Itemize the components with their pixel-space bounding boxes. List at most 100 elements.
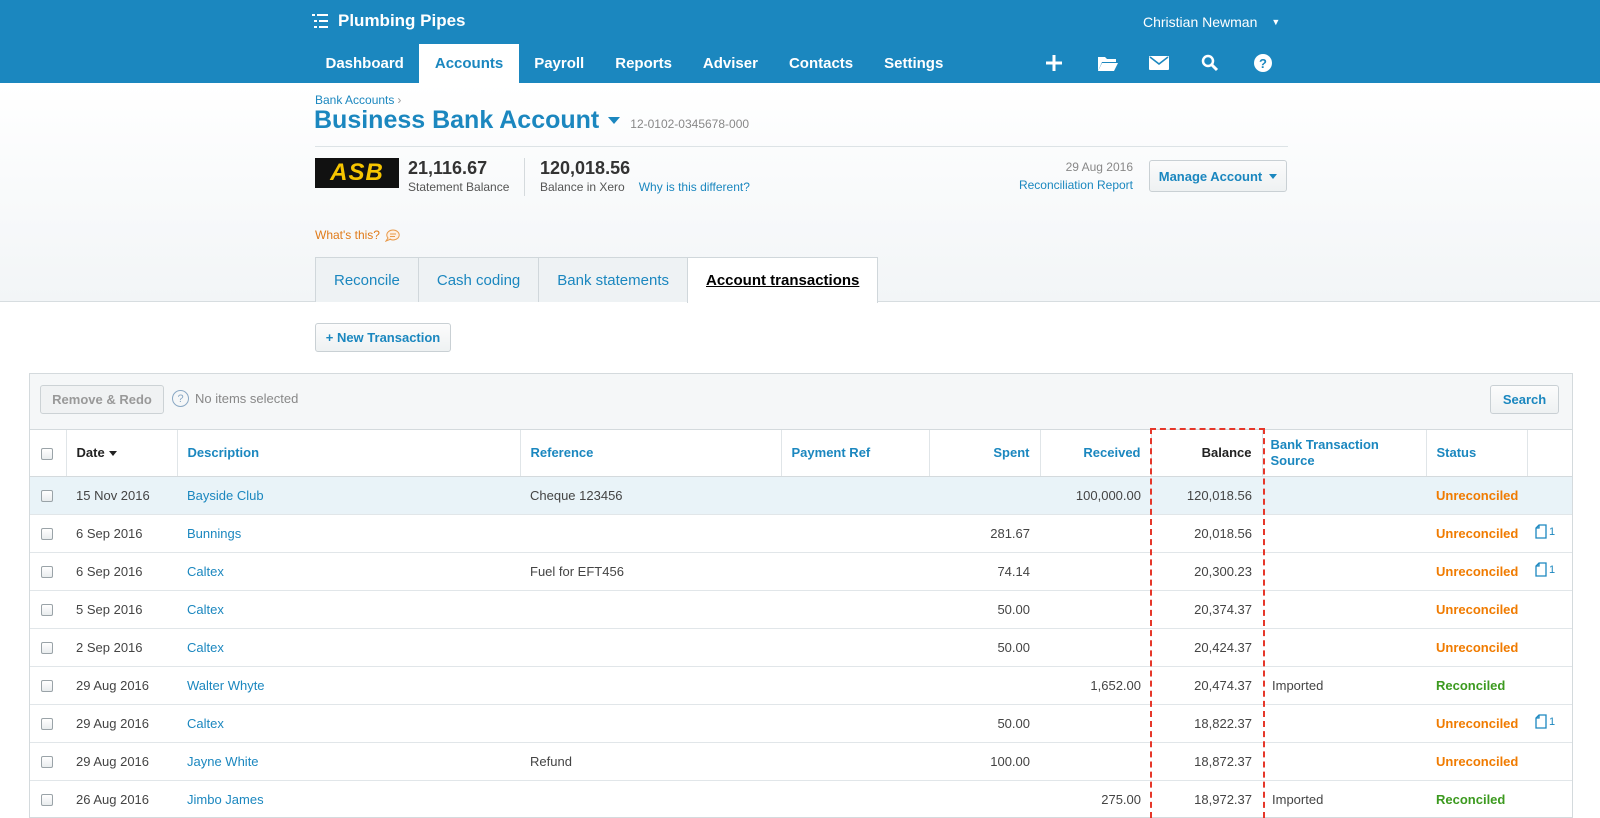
help-icon[interactable]: ? [1253, 50, 1305, 76]
cell-description[interactable]: Bayside Club [177, 476, 520, 515]
cell-balance: 18,822.37 [1151, 704, 1262, 743]
cell-received: 100,000.00 [1040, 476, 1151, 515]
column-description[interactable]: Description [177, 430, 521, 477]
nav-dashboard[interactable]: Dashboard [310, 44, 419, 83]
cell-status: Unreconciled [1426, 476, 1527, 515]
cell-balance: 20,374.37 [1151, 590, 1262, 629]
nav-contacts[interactable]: Contacts [773, 44, 868, 83]
account-name[interactable]: Business Bank Account [314, 106, 599, 135]
tab-bank-statements[interactable]: Bank statements [538, 257, 687, 302]
cell-description[interactable]: Walter Whyte [177, 666, 520, 705]
select-all-checkbox[interactable] [41, 447, 53, 460]
cell-description[interactable]: Jimbo James [177, 780, 520, 818]
table-row[interactable]: 2 Sep 2016 Caltex 50.00 20,424.37 Unreconcil… [30, 628, 1572, 667]
attachment-link[interactable]: 1 [1535, 562, 1555, 577]
sort-desc-icon [108, 451, 117, 457]
column-status[interactable]: Status [1426, 430, 1528, 477]
column-reference[interactable]: Reference [520, 430, 782, 477]
caret-down-icon[interactable] [608, 117, 621, 124]
row-checkbox[interactable] [41, 642, 53, 655]
column-date[interactable]: Date [66, 430, 178, 477]
cell-date: 6 Sep 2016 [66, 514, 177, 553]
mail-icon[interactable] [1149, 50, 1201, 76]
attachment-icon [1535, 524, 1547, 539]
column-spent[interactable]: Spent [929, 430, 1041, 477]
whats-this-label: What's this? [315, 228, 380, 242]
column-attachments [1527, 430, 1572, 477]
new-transaction-button[interactable]: + New Transaction [315, 323, 451, 352]
search-icon[interactable] [1201, 50, 1253, 76]
table-row[interactable]: 29 Aug 2016 Jayne White Refund 100.00 18,872… [30, 742, 1572, 781]
row-checkbox[interactable] [41, 718, 53, 731]
cell-attachments [1527, 590, 1572, 629]
cell-status: Unreconciled [1426, 704, 1527, 743]
nav-payroll[interactable]: Payroll [519, 44, 600, 83]
remove-redo-button[interactable]: Remove & Redo [40, 385, 164, 414]
cell-source [1262, 628, 1426, 667]
nav-accounts[interactable]: Accounts [419, 44, 519, 83]
user-menu[interactable]: Christian Newman ▼ [1143, 14, 1280, 30]
cell-description[interactable]: Caltex [177, 590, 520, 629]
search-button[interactable]: Search [1490, 385, 1559, 414]
cell-description[interactable]: Caltex [177, 628, 520, 667]
plus-icon[interactable] [1045, 50, 1097, 76]
attachment-link[interactable]: 1 [1535, 714, 1555, 729]
cell-received: 1,652.00 [1040, 666, 1151, 705]
cell-balance: 120,018.56 [1151, 476, 1262, 515]
tab-cash-coding[interactable]: Cash coding [417, 257, 539, 302]
help-icon[interactable]: ? [172, 390, 189, 407]
row-checkbox[interactable] [41, 604, 53, 617]
user-name: Christian Newman [1143, 14, 1258, 30]
transactions-table: Date Description Reference Payment Ref S… [30, 430, 1572, 818]
nav-reports[interactable]: Reports [600, 44, 688, 83]
attachment-count: 1 [1549, 525, 1556, 538]
attachment-link[interactable]: 1 [1535, 524, 1555, 539]
main-nav: Dashboard Accounts Payroll Reports Advis… [310, 44, 959, 83]
cell-description[interactable]: Bunnings [177, 514, 520, 553]
divider [524, 158, 525, 196]
table-row[interactable]: 15 Nov 2016 Bayside Club Cheque 123456 100,… [30, 476, 1572, 515]
cell-source [1262, 552, 1426, 591]
tab-account-transactions[interactable]: Account transactions [687, 257, 879, 303]
table-row[interactable]: 29 Aug 2016 Caltex 50.00 18,822.37 Unreconci… [30, 704, 1572, 743]
cell-balance: 18,972.37 [1151, 780, 1262, 818]
table-row[interactable]: 26 Aug 2016 Jimbo James 275.00 18,972.37 Imp… [30, 780, 1572, 818]
bank-logo: ASB [315, 158, 399, 188]
org-switcher[interactable]: Plumbing Pipes [312, 11, 466, 31]
cell-date: 29 Aug 2016 [66, 742, 177, 781]
cell-status: Unreconciled [1426, 514, 1527, 553]
cell-reference [520, 590, 781, 629]
cell-source: Imported [1262, 666, 1426, 705]
transactions-panel: Remove & Redo ? No items selected Search… [29, 373, 1573, 818]
cell-spent: 50.00 [929, 628, 1040, 667]
cell-description[interactable]: Caltex [177, 704, 520, 743]
column-received[interactable]: Received [1040, 430, 1152, 477]
manage-account-button[interactable]: Manage Account [1149, 160, 1287, 192]
nav-settings[interactable]: Settings [869, 44, 959, 83]
whats-this-link[interactable]: What's this? [315, 228, 400, 242]
column-payment-ref[interactable]: Payment Ref [781, 430, 930, 477]
column-source[interactable]: Bank Transaction Source [1262, 430, 1427, 477]
row-checkbox[interactable] [41, 680, 53, 693]
cell-description[interactable]: Jayne White [177, 742, 520, 781]
row-checkbox[interactable] [41, 794, 53, 807]
breadcrumb-bank-accounts[interactable]: Bank Accounts [315, 93, 394, 107]
reconciliation-report-link[interactable]: Reconciliation Report [995, 178, 1133, 192]
folder-icon[interactable] [1097, 50, 1149, 76]
table-row[interactable]: 29 Aug 2016 Walter Whyte 1,652.00 20,474.37… [30, 666, 1572, 705]
row-checkbox[interactable] [41, 566, 53, 579]
selection-status: ? No items selected [172, 390, 298, 407]
row-checkbox[interactable] [41, 528, 53, 541]
why-different-link[interactable]: Why is this different? [639, 180, 750, 194]
cell-description[interactable]: Caltex [177, 552, 520, 591]
nav-adviser[interactable]: Adviser [687, 44, 773, 83]
row-checkbox[interactable] [41, 756, 53, 769]
cell-payment-ref [781, 742, 929, 781]
table-row[interactable]: 6 Sep 2016 Bunnings 281.67 20,018.56 Unrecon… [30, 514, 1572, 553]
table-row[interactable]: 6 Sep 2016 Caltex Fuel for EFT456 74.14 20,3… [30, 552, 1572, 591]
cell-spent [929, 780, 1040, 818]
account-tabs: Reconcile Cash coding Bank statements Ac… [315, 257, 879, 303]
tab-reconcile[interactable]: Reconcile [315, 257, 418, 302]
table-row[interactable]: 5 Sep 2016 Caltex 50.00 20,374.37 Unreconcil… [30, 590, 1572, 629]
row-checkbox[interactable] [41, 490, 53, 503]
